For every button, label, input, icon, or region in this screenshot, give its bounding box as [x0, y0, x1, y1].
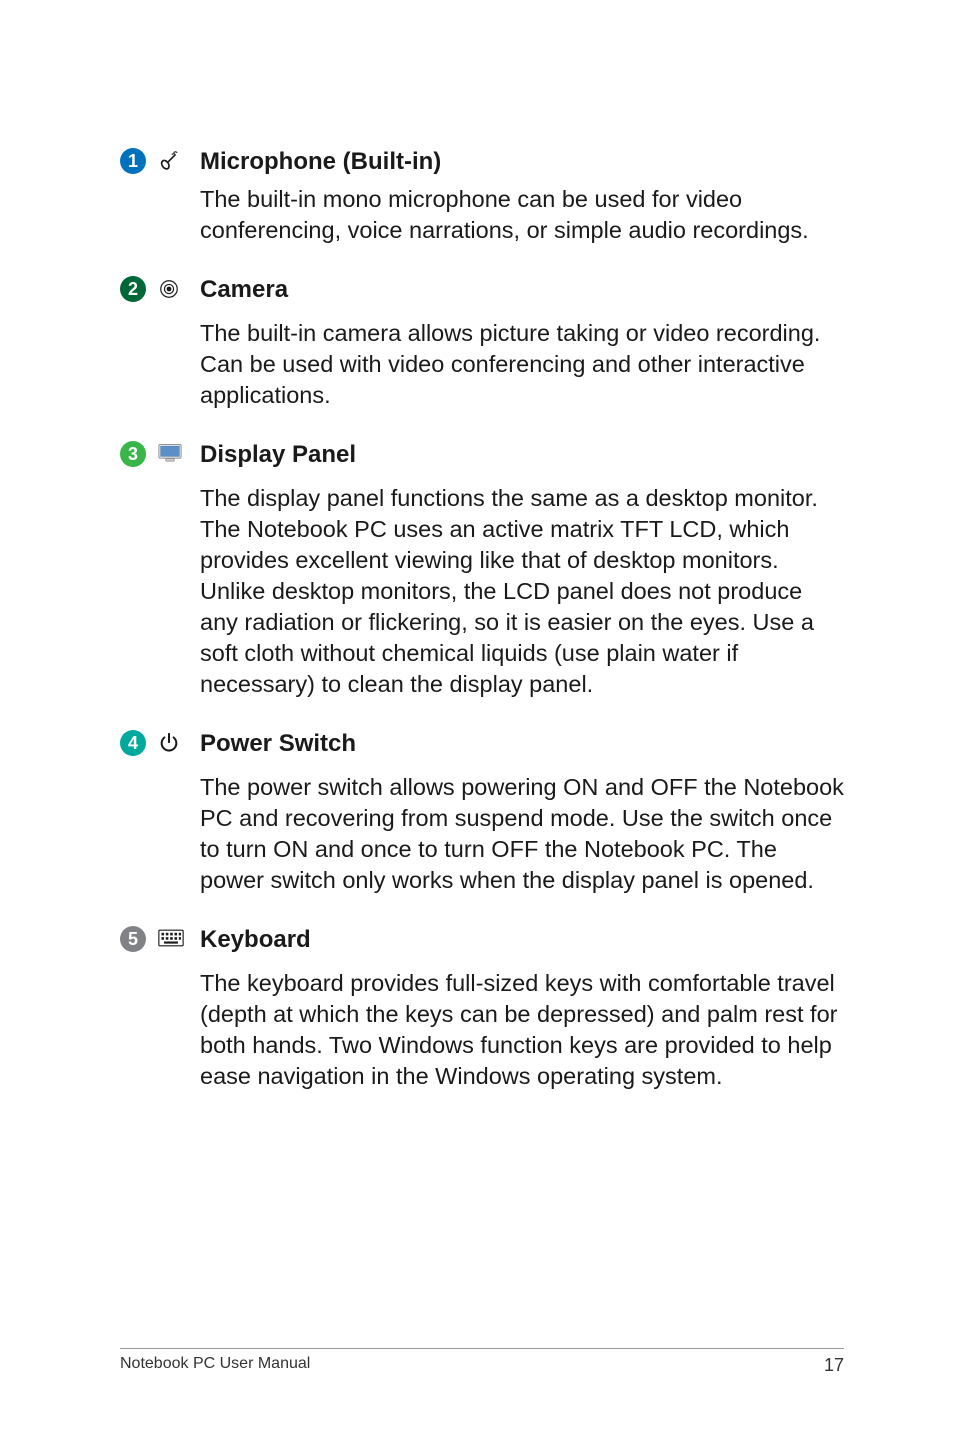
feature-description: The built-in mono microphone can be used…: [200, 184, 844, 246]
number-badge: 2: [120, 276, 146, 302]
icon-col: [158, 148, 200, 264]
icon-col: [158, 926, 200, 1110]
text-col: Camera The built-in camera allows pictur…: [200, 276, 844, 429]
footer-title: Notebook PC User Manual: [120, 1355, 310, 1376]
feature-title: Keyboard: [200, 926, 844, 954]
number-badge-col: 2: [120, 276, 158, 429]
feature-item-display: 3 Display Panel The display panel functi…: [120, 441, 844, 718]
text-col: Microphone (Built-in) The built-in mono …: [200, 148, 844, 264]
feature-title: Microphone (Built-in): [200, 148, 844, 176]
icon-col: [158, 730, 200, 914]
number-badge-col: 4: [120, 730, 158, 914]
text-col: Keyboard The keyboard provides full-size…: [200, 926, 844, 1110]
feature-item-power: 4 Power Switch The power switch allows p…: [120, 730, 844, 914]
icon-col: [158, 441, 200, 718]
text-col: Display Panel The display panel function…: [200, 441, 844, 718]
feature-item-keyboard: 5 Keyboard The keyboard provides full-si…: [120, 926, 844, 1110]
display-icon: [158, 443, 182, 463]
camera-icon: [158, 278, 180, 300]
number-badge-col: 3: [120, 441, 158, 718]
feature-description: The keyboard provides full-sized keys wi…: [200, 968, 844, 1092]
page-footer: Notebook PC User Manual 17: [120, 1348, 844, 1376]
number-badge: 1: [120, 148, 146, 174]
keyboard-icon: [158, 928, 184, 948]
number-badge: 3: [120, 441, 146, 467]
feature-item-microphone: 1 Microphone (Built-in) The built-in mon…: [120, 148, 844, 264]
page-content: 1 Microphone (Built-in) The built-in mon…: [0, 0, 954, 1110]
feature-item-camera: 2 Camera The built-in camera allows pict…: [120, 276, 844, 429]
number-badge: 5: [120, 926, 146, 952]
feature-description: The power switch allows powering ON and …: [200, 772, 844, 896]
number-badge-col: 1: [120, 148, 158, 264]
footer-page-number: 17: [824, 1355, 844, 1376]
feature-title: Display Panel: [200, 441, 844, 469]
feature-description: The built-in camera allows picture takin…: [200, 318, 844, 411]
feature-title: Power Switch: [200, 730, 844, 758]
number-badge: 4: [120, 730, 146, 756]
number-badge-col: 5: [120, 926, 158, 1110]
feature-description: The display panel functions the same as …: [200, 483, 844, 700]
microphone-icon: [158, 150, 180, 172]
feature-title: Camera: [200, 276, 844, 304]
text-col: Power Switch The power switch allows pow…: [200, 730, 844, 914]
icon-col: [158, 276, 200, 429]
power-icon: [158, 732, 180, 754]
